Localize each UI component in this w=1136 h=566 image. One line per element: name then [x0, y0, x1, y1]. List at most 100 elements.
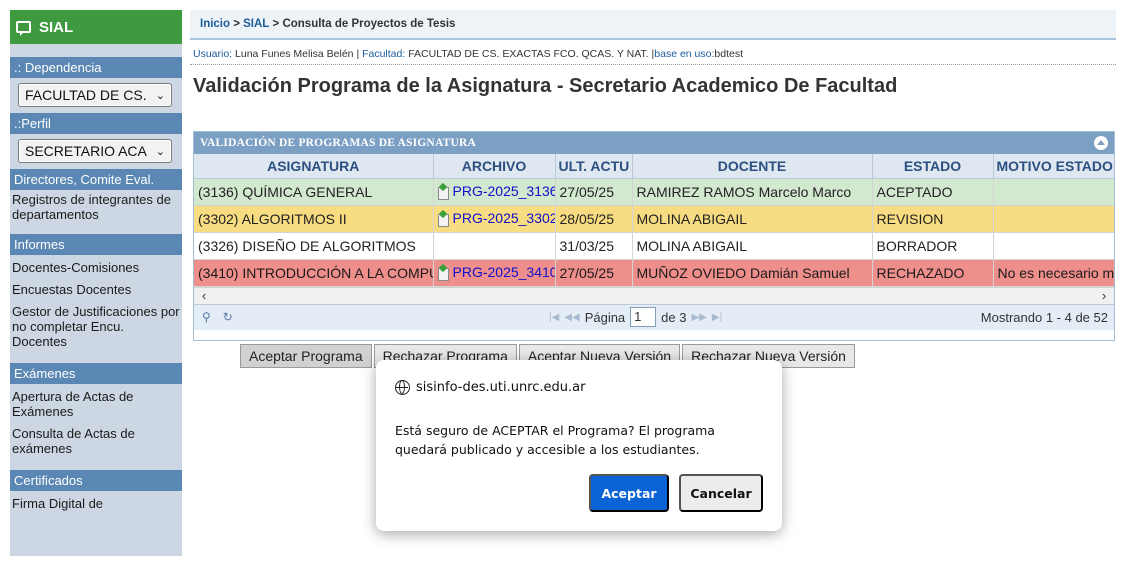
column-header-asignatura[interactable]: ASIGNATURA — [194, 154, 434, 179]
page-label: Página — [584, 309, 626, 325]
column-header-estado[interactable]: ESTADO — [872, 154, 994, 179]
table-row[interactable]: (3410) INTRODUCCIÓN A LA COMPU PRG-2025_… — [194, 259, 1114, 287]
cell-docente: MOLINA ABIGAIL — [632, 232, 873, 260]
db-label: base en uso: — [654, 48, 715, 60]
sidebar-link-docentes-comisiones[interactable]: Docentes-Comisiones — [10, 258, 182, 277]
user-label: Usuario: — [193, 48, 233, 60]
cell-estado: RECHAZADO — [872, 259, 994, 287]
breadcrumb-current: Consulta de Proyectos de Tesis — [282, 18, 456, 30]
next-page-icon[interactable]: ▶▶ — [691, 312, 706, 323]
chat-icon — [16, 21, 31, 36]
cell-docente: MOLINA ABIGAIL — [632, 205, 873, 233]
directores-heading: Directores, Comite Eval. — [10, 169, 182, 190]
cell-asignatura: (3410) INTRODUCCIÓN A LA COMPU — [194, 259, 434, 287]
dialog-origin-host: sisinfo-des.uti.unrc.edu.ar — [416, 380, 586, 395]
last-page-icon[interactable]: ▶| — [712, 312, 722, 323]
breadcrumb-separator: > — [269, 18, 283, 30]
informes-heading: Informes — [10, 234, 182, 255]
cell-archivo: PRG-2025_3302 — [433, 205, 556, 233]
sidebar: SIAL .: Dependencia FACULTAD DE CS. ⌄ .:… — [10, 10, 182, 556]
dialog-origin: sisinfo-des.uti.unrc.edu.ar — [395, 380, 585, 395]
scroll-left-icon[interactable]: ‹ — [196, 288, 212, 304]
cell-estado: BORRADOR — [872, 232, 994, 260]
file-link[interactable]: PRG-2025_3410 — [437, 263, 555, 281]
cell-docente: MUÑOZ OVIEDO Damián Samuel — [632, 259, 873, 287]
chevron-down-icon: ⌄ — [155, 89, 165, 102]
file-link[interactable]: PRG-2025_3136 — [437, 183, 554, 200]
cell-archivo — [433, 232, 556, 260]
prev-page-icon[interactable]: ◀◀ — [564, 312, 579, 323]
breadcrumb: Inicio > SIAL > Consulta de Proyectos de… — [190, 10, 1116, 40]
table-row[interactable]: (3326) DISEÑO DE ALGORITMOS 31/03/25 MOL… — [194, 232, 1114, 260]
file-download-icon — [437, 211, 450, 227]
sidebar-link-apertura-actas[interactable]: Apertura de Actas de Exámenes — [10, 387, 182, 421]
dependencia-select[interactable]: FACULTAD DE CS. ⌄ — [18, 83, 172, 107]
dialog-accept-button[interactable]: Aceptar — [589, 474, 669, 512]
page-input[interactable]: 1 — [630, 307, 657, 327]
column-header-ult-actu[interactable]: ULT. ACTU — [555, 154, 633, 179]
globe-icon — [395, 380, 410, 395]
programs-grid: VALIDACIÓN DE PROGRAMAS DE ASIGNATURA AS… — [193, 131, 1115, 341]
cell-motivo — [993, 205, 1114, 233]
examenes-heading: Exámenes — [10, 363, 182, 384]
cell-ult-actu: 27/05/25 — [555, 178, 633, 206]
faculty-name: FACULTAD DE CS. EXACTAS FCO. QCAS. Y NAT… — [408, 48, 649, 60]
user-info-line: Usuario: Luna Funes Melisa Belén | Facul… — [190, 48, 1116, 65]
search-icon[interactable]: ⚲ — [202, 310, 211, 324]
breadcrumb-separator: > — [230, 18, 244, 30]
cell-asignatura: (3302) ALGORITMOS II — [194, 205, 434, 233]
scroll-right-icon[interactable]: › — [1096, 288, 1112, 304]
sidebar-link-encuestas[interactable]: Encuestas Docentes — [10, 280, 182, 299]
main-content: Inicio > SIAL > Consulta de Proyectos de… — [190, 10, 1116, 98]
db-name: bdtest — [714, 48, 744, 60]
cell-asignatura: (3136) QUÍMICA GENERAL — [194, 178, 434, 206]
breadcrumb-home-link[interactable]: Inicio — [200, 18, 230, 30]
sidebar-link-firma-digital[interactable]: Firma Digital de — [10, 494, 182, 513]
perfil-heading: .:Perfil — [10, 113, 182, 134]
faculty-label: Facultad: — [362, 48, 406, 60]
cell-ult-actu: 31/03/25 — [555, 232, 633, 260]
cell-docente: RAMIREZ RAMOS Marcelo Marco — [632, 178, 873, 206]
cell-motivo: No es necesario m — [993, 259, 1114, 287]
file-name: PRG-2025_3410 — [452, 263, 555, 280]
cell-estado: ACEPTADO — [872, 178, 994, 206]
sidebar-link-gestor-justificaciones[interactable]: Gestor de Justificaciones por no complet… — [10, 302, 182, 351]
breadcrumb-sial-link[interactable]: SIAL — [243, 18, 269, 30]
column-header-docente[interactable]: DOCENTE — [632, 154, 873, 179]
page-title: Validación Programa de la Asignatura - S… — [193, 75, 898, 97]
cell-motivo — [993, 232, 1114, 260]
records-summary: Mostrando 1 - 4 de 52 — [980, 309, 1108, 325]
file-download-icon — [437, 265, 450, 281]
collapse-icon[interactable] — [1094, 136, 1108, 150]
horizontal-scrollbar[interactable]: ‹ › — [194, 286, 1114, 304]
certificados-heading: Certificados — [10, 470, 182, 491]
dialog-message: Está seguro de ACEPTAR el Programa? El p… — [395, 423, 715, 457]
grid-caption: VALIDACIÓN DE PROGRAMAS DE ASIGNATURA — [194, 132, 1114, 154]
file-link[interactable]: PRG-2025_3302 — [437, 209, 555, 227]
cell-archivo: PRG-2025_3410 — [433, 259, 556, 287]
brand-header[interactable]: SIAL — [10, 10, 182, 44]
brand-label: SIAL — [39, 18, 74, 36]
perfil-select[interactable]: SECRETARIO ACA ⌄ — [18, 139, 172, 163]
table-row[interactable]: (3136) QUÍMICA GENERAL PRG-2025_3136 27/… — [194, 178, 1114, 206]
cell-archivo: PRG-2025_3136 — [433, 178, 556, 206]
perfil-select-value: SECRETARIO ACA — [25, 143, 147, 159]
pager-tools: ⚲ ↻ — [202, 310, 233, 324]
cell-asignatura: (3326) DISEÑO DE ALGORITMOS — [194, 232, 434, 260]
dialog-cancel-button[interactable]: Cancelar — [679, 474, 763, 512]
first-page-icon[interactable]: |◀ — [549, 312, 559, 323]
chevron-down-icon: ⌄ — [155, 145, 165, 158]
refresh-icon[interactable]: ↻ — [223, 310, 233, 324]
cell-motivo — [993, 178, 1114, 206]
sidebar-link-consulta-actas[interactable]: Consulta de Actas de exámenes — [10, 424, 182, 458]
column-header-motivo[interactable]: MOTIVO ESTADO — [993, 154, 1114, 179]
sidebar-link-registros[interactable]: Registros de integrantes de departamento… — [10, 190, 182, 224]
accept-program-button[interactable]: Aceptar Programa — [240, 344, 372, 368]
programs-table: ASIGNATURA ARCHIVO ULT. ACTU DOCENTE EST… — [194, 154, 1114, 287]
table-row[interactable]: (3302) ALGORITMOS II PRG-2025_3302 28/05… — [194, 205, 1114, 233]
page-total: de 3 — [661, 309, 687, 325]
cell-ult-actu: 27/05/25 — [555, 259, 633, 287]
column-header-archivo[interactable]: ARCHIVO — [433, 154, 556, 179]
grid-caption-title: VALIDACIÓN DE PROGRAMAS DE ASIGNATURA — [200, 137, 476, 149]
file-name: PRG-2025_3302 — [452, 209, 555, 226]
